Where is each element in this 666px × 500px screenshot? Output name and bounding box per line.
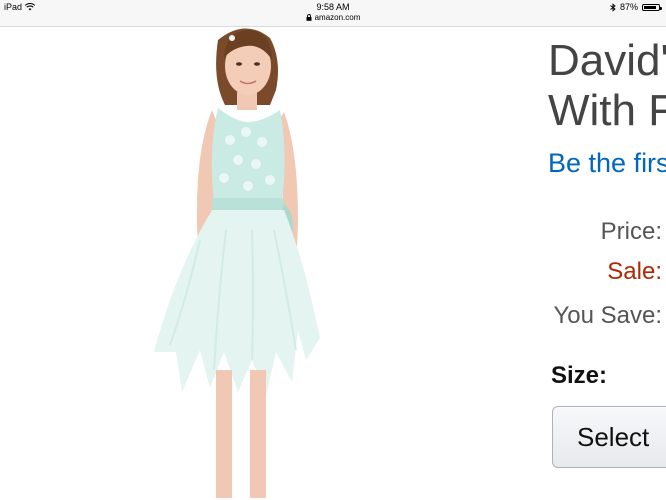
battery-icon (642, 3, 662, 11)
bluetooth-icon (610, 2, 616, 12)
size-select-button[interactable]: Select (552, 406, 666, 468)
battery-fill (644, 5, 656, 9)
battery-percent: 87% (619, 2, 638, 12)
lock-icon (306, 14, 312, 21)
dress-sash (212, 198, 284, 212)
status-time: 9:58 AM (316, 2, 350, 12)
url-text: amazon.com (314, 13, 361, 22)
size-label: Size: (551, 362, 608, 389)
status-bar: iPad 9:58 AM amazon.com 87% (0, 0, 666, 27)
product-image[interactable] (140, 26, 340, 500)
first-review-link[interactable]: Be the firs (548, 148, 666, 179)
sale-price-label: Sale: (607, 258, 662, 285)
price-label: Price: (600, 218, 662, 245)
status-bar-right: 87% (610, 2, 662, 12)
product-title-line-2: With F (548, 86, 666, 135)
address-bar[interactable]: amazon.com (0, 13, 666, 22)
right-leg (250, 370, 266, 498)
left-leg (216, 370, 232, 498)
hair-clip (229, 35, 235, 41)
you-save-label: You Save: (553, 302, 662, 329)
product-title-line-1: David' (548, 36, 666, 85)
product-title: David' With F (548, 36, 666, 136)
